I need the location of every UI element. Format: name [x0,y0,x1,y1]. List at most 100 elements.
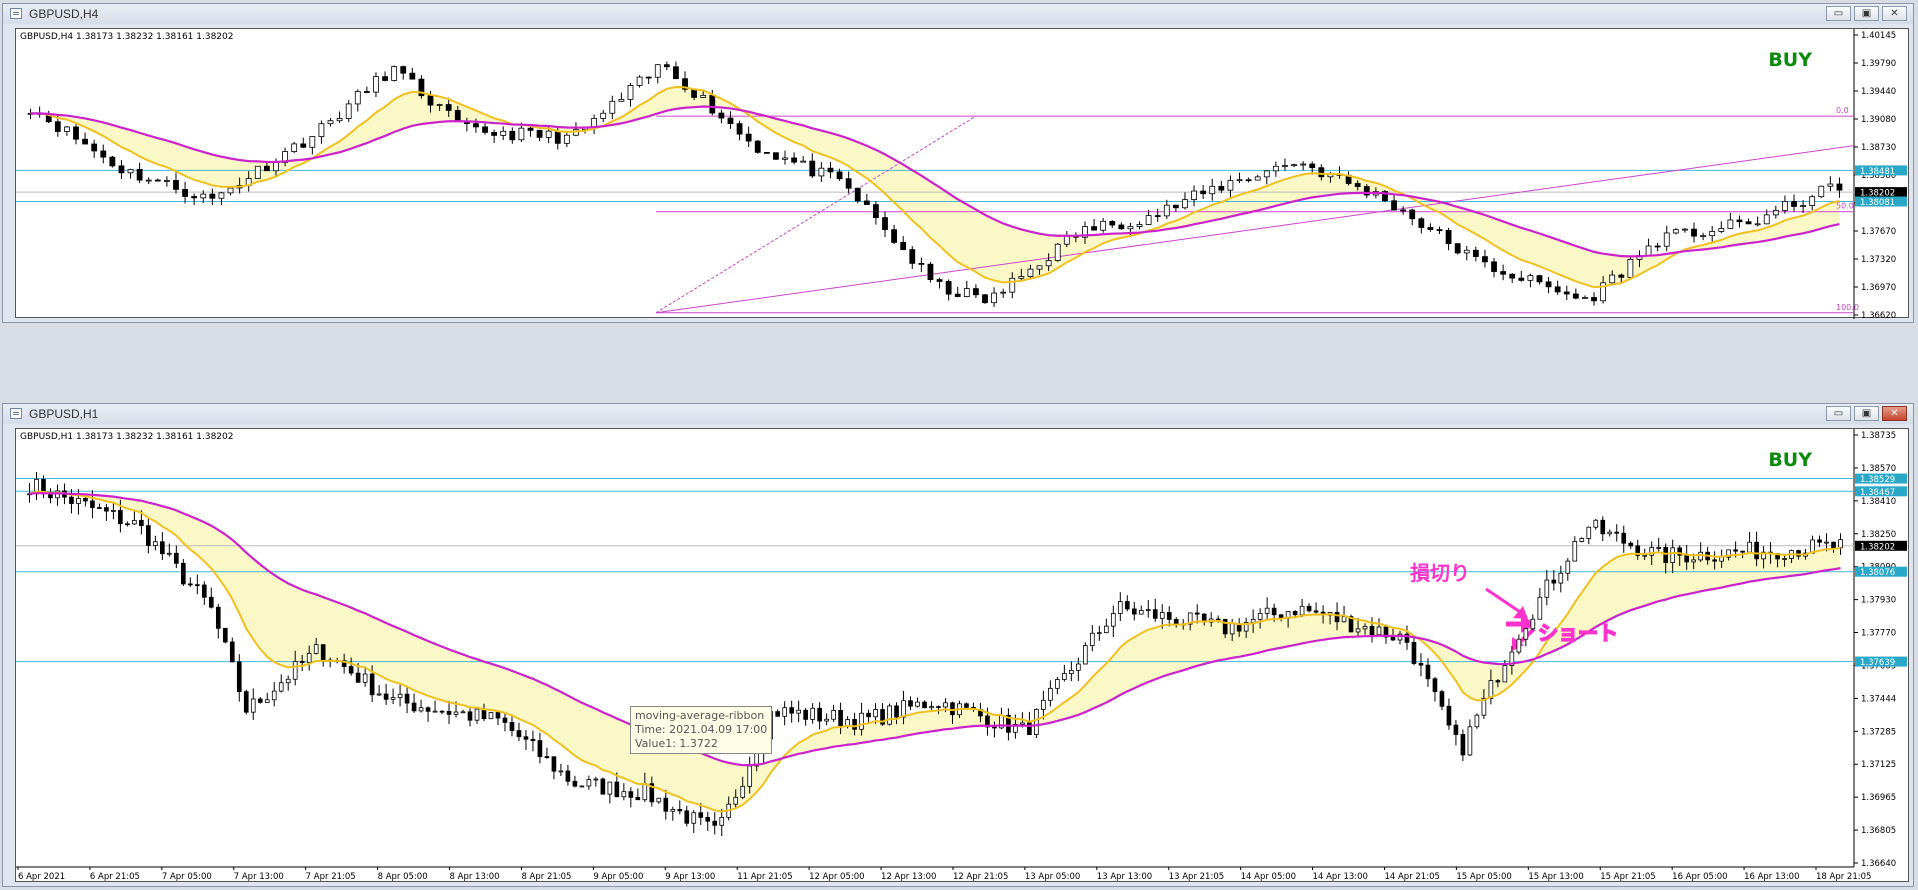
candle-body [76,497,81,504]
candle-body [1523,628,1529,640]
candle-body [1628,542,1634,547]
candle-body [1127,226,1134,230]
candle-body [1091,226,1097,231]
candle-body [285,678,291,684]
candle-body [354,91,361,105]
price-axis-label: 1.37125 [1861,760,1896,770]
candle-body [1182,199,1188,209]
candle-body [1083,645,1088,665]
price-axis-label: 1.40145 [1861,31,1896,41]
restore-button[interactable]: ▣ [1854,406,1879,421]
candle-body [1565,560,1571,574]
chart-area-h1[interactable]: 1.387351.385701.384101.382501.380901.379… [15,428,1909,882]
candle-body [376,693,382,696]
candle-body [250,698,256,713]
price-chart-h4[interactable]: 1.401451.397901.394401.390801.387301.383… [16,29,1910,319]
candle-body [467,711,473,721]
candle-body [1582,297,1588,299]
candle-body [1048,687,1053,701]
candle-body [153,541,158,546]
candle-body [551,756,557,772]
candle-body [1218,185,1225,191]
candle-body [929,706,934,709]
candle-body [859,712,864,730]
indicator-tooltip: moving-average-ribbon Time: 2021.04.09 1… [630,706,773,754]
candle-body [1642,554,1648,557]
window-titlebar[interactable]: GBPUSD,H1 ▭ ▣ ✕ [3,404,1913,424]
candle-body [363,91,370,93]
price-axis-label: 1.38570 [1861,464,1896,474]
time-axis-label: 16 Apr 05:00 [1672,872,1727,882]
candle-body [1291,164,1297,167]
time-axis-label: 15 Apr 05:00 [1456,872,1511,882]
chart-area-h4[interactable]: 1.40145 1.39790 1.39440 1.39080 1.38730 1.383… [15,28,1910,319]
close-button[interactable]: ✕ [1882,6,1907,21]
candle-body [1467,726,1473,756]
candle-body [673,66,679,80]
candle-body [922,701,927,709]
candle-body [712,820,718,826]
candle-body [397,693,403,699]
close-button[interactable]: ✕ [1882,406,1907,421]
candle-body [453,711,459,715]
price-chart-h1[interactable]: 1.387351.385701.384101.382501.380901.379… [16,429,1910,883]
candle-body [954,293,961,297]
candle-body [145,179,152,182]
candle-body [418,707,424,712]
candle-body [1809,196,1816,207]
candle-body [91,143,98,152]
restore-button[interactable]: ▣ [1854,6,1879,21]
window-title: GBPUSD,H1 [29,407,99,421]
candle-body [1782,558,1787,560]
chart-window-h4[interactable]: GBPUSD,H4 ▭ ▣ ✕ 1.40145 1.39790 1.39440 1.3… [2,3,1914,323]
candle-body [355,672,361,683]
candle-body [1600,519,1606,535]
candle-body [109,156,116,167]
candle-body [173,180,179,190]
candle-body [645,76,652,79]
window-titlebar[interactable]: GBPUSD,H4 ▭ ▣ ✕ [3,4,1913,24]
candle-body [1166,612,1172,620]
chart-window-h1[interactable]: GBPUSD,H1 ▭ ▣ ✕ 1.38735 1.38570 1.38410 1.3… [2,403,1914,887]
candle-body [1027,268,1034,277]
candle-body [200,193,207,199]
candle-body [1656,547,1662,549]
time-axis-label: 13 Apr 13:00 [1097,872,1152,882]
candle-body [796,709,801,714]
candle-body [854,187,861,202]
candle-body [1586,526,1592,539]
candle-body [1062,673,1067,680]
minimize-button[interactable]: ▭ [1826,406,1851,421]
candle-body [125,523,130,526]
candle-body [90,500,95,508]
candle-body [1495,680,1501,683]
candle-body [257,698,263,703]
symbol-info: GBPUSD,H1 1.38173 1.38232 1.38161 1.3820… [20,432,234,442]
price-axis-label: 1.39080 [1861,115,1896,125]
window-title: GBPUSD,H4 [29,7,99,21]
candle-body [1627,258,1634,278]
candle-body [963,288,970,297]
candle-body [677,809,683,812]
candle-body [491,132,498,136]
ma-ribbon-fill [30,86,1840,288]
candle-body [558,770,564,773]
candle-body [292,661,298,680]
candle-body [182,189,188,197]
candle-body [1191,190,1197,201]
candle-body [111,510,116,512]
candle-body [663,797,669,812]
candle-body [1827,183,1834,187]
candle-body [1544,579,1550,598]
candle-body [1263,170,1270,178]
candle-body [891,229,897,243]
candle-body [1055,679,1060,689]
fibonacci-level-label: 50.0 [1836,202,1854,211]
price-axis-label: 1.37670 [1861,227,1896,237]
candle-body [1341,616,1347,623]
minimize-button[interactable]: ▭ [1826,6,1851,21]
candle-body [733,796,739,805]
candle-body [565,770,571,782]
candle-body [1745,221,1752,225]
time-axis-label: 9 Apr 05:00 [593,872,643,882]
